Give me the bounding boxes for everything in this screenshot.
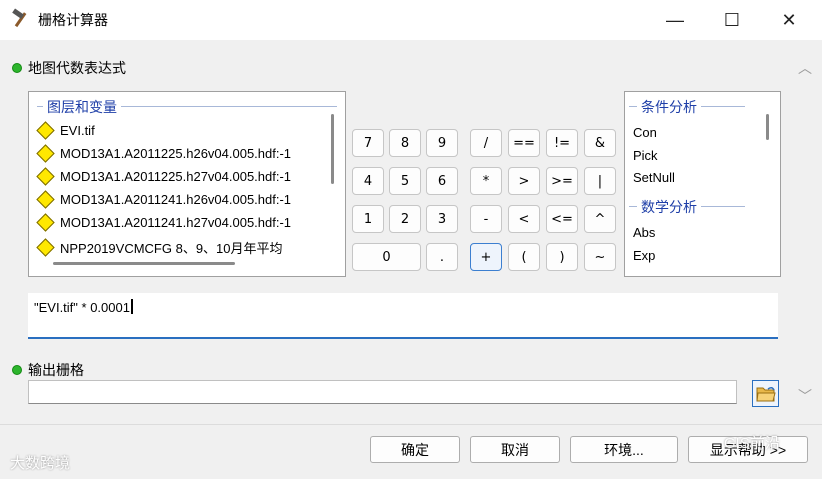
environments-button[interactable]: 环境...: [570, 436, 678, 463]
decimal-button[interactable]: .: [426, 243, 458, 271]
raster-layer-icon: [36, 213, 55, 232]
digit-9-button[interactable]: 9: [426, 129, 458, 157]
layer-item[interactable]: NPP2019VCMCFG 8、9、10月年平均: [36, 238, 283, 257]
required-dot-icon: [12, 63, 22, 73]
raster-layer-icon: [36, 121, 55, 140]
expression-input[interactable]: "EVI.tif" * 0.0001: [28, 293, 778, 339]
browse-button[interactable]: [752, 380, 779, 407]
window-title: 栅格计算器: [38, 12, 108, 28]
digit-6-button[interactable]: 6: [426, 167, 458, 195]
ok-button[interactable]: 确定: [370, 436, 460, 463]
expression-section-text: 地图代数表达式: [28, 60, 126, 76]
multiply-button[interactable]: *: [470, 167, 502, 195]
conditional-group-label: 条件分析: [637, 97, 701, 117]
required-dot-icon: [12, 365, 22, 375]
digit-0-button[interactable]: 0: [352, 243, 421, 271]
digit-8-button[interactable]: 8: [389, 129, 421, 157]
function-item[interactable]: Abs: [633, 225, 655, 240]
output-raster-input[interactable]: [28, 380, 737, 404]
open-paren-button[interactable]: (: [508, 243, 540, 271]
greater-than-button[interactable]: >: [508, 167, 540, 195]
raster-layer-icon: [36, 238, 55, 257]
cancel-button[interactable]: 取消: [470, 436, 560, 463]
less-than-button[interactable]: <: [508, 205, 540, 233]
digit-2-button[interactable]: 2: [389, 205, 421, 233]
plus-button[interactable]: +: [470, 243, 502, 271]
hammer-icon: [12, 8, 27, 28]
scroll-down-icon[interactable]: ﹀: [798, 386, 812, 406]
dialog-vertical-scrollbar[interactable]: ︿ ﹀: [792, 44, 818, 422]
layer-item[interactable]: MOD13A1.A2011225.h26v04.005.hdf:-1: [36, 144, 291, 163]
scroll-up-icon[interactable]: ︿: [798, 58, 812, 78]
close-paren-button[interactable]: ): [546, 243, 578, 271]
layer-item[interactable]: MOD13A1.A2011225.h27v04.005.hdf:-1: [36, 167, 291, 186]
output-section-label: 输出栅格: [12, 360, 84, 380]
equal-button[interactable]: ==: [508, 129, 540, 157]
math-group-label: 数学分析: [637, 197, 701, 217]
close-button[interactable]: ✕: [766, 4, 812, 36]
watermark-right: GIS前沿: [724, 435, 780, 452]
expression-text: "EVI.tif" * 0.0001: [34, 300, 130, 315]
function-item[interactable]: SetNull: [633, 170, 675, 185]
function-item[interactable]: Pick: [633, 148, 658, 163]
folder-open-icon: [755, 386, 776, 401]
title-bar: 栅格计算器 — ☐ ✕: [0, 0, 822, 40]
layer-item[interactable]: EVI.tif: [36, 121, 95, 140]
output-section-text: 输出栅格: [28, 362, 84, 378]
watermark-left: 大数跨境: [10, 455, 71, 472]
raster-layer-icon: [36, 190, 55, 209]
layers-group-label: 图层和变量: [43, 97, 121, 117]
function-item[interactable]: Con: [633, 125, 657, 140]
less-equal-button[interactable]: <=: [546, 205, 578, 233]
digit-1-button[interactable]: 1: [352, 205, 384, 233]
digit-7-button[interactable]: 7: [352, 129, 384, 157]
raster-layer-icon: [36, 144, 55, 163]
and-button[interactable]: &: [584, 129, 616, 157]
layers-list[interactable]: 图层和变量 EVI.tif MOD13A1.A2011225.h26v04.00…: [28, 91, 346, 277]
raster-layer-icon: [36, 167, 55, 186]
digit-4-button[interactable]: 4: [352, 167, 384, 195]
greater-equal-button[interactable]: >=: [546, 167, 578, 195]
layer-item[interactable]: MOD13A1.A2011241.h26v04.005.hdf:-1: [36, 190, 291, 209]
layers-vertical-scrollbar[interactable]: [331, 114, 334, 184]
not-button[interactable]: ~: [584, 243, 616, 271]
maximize-button[interactable]: ☐: [709, 4, 755, 36]
expression-section-label: 地图代数表达式: [12, 58, 126, 78]
divide-button[interactable]: /: [470, 129, 502, 157]
or-button[interactable]: |: [584, 167, 616, 195]
layer-item[interactable]: MOD13A1.A2011241.h27v04.005.hdf:-1: [36, 213, 291, 232]
functions-list[interactable]: 条件分析 Con Pick SetNull 数学分析 Abs Exp: [624, 91, 781, 277]
function-item[interactable]: Exp: [633, 248, 655, 263]
layers-horizontal-scrollbar[interactable]: [53, 262, 235, 265]
not-equal-button[interactable]: !=: [546, 129, 578, 157]
xor-button[interactable]: ^: [584, 205, 616, 233]
functions-vertical-scrollbar[interactable]: [766, 114, 769, 140]
minus-button[interactable]: -: [470, 205, 502, 233]
digit-5-button[interactable]: 5: [389, 167, 421, 195]
minimize-button[interactable]: —: [652, 4, 698, 36]
digit-3-button[interactable]: 3: [426, 205, 458, 233]
text-caret: [130, 299, 133, 314]
